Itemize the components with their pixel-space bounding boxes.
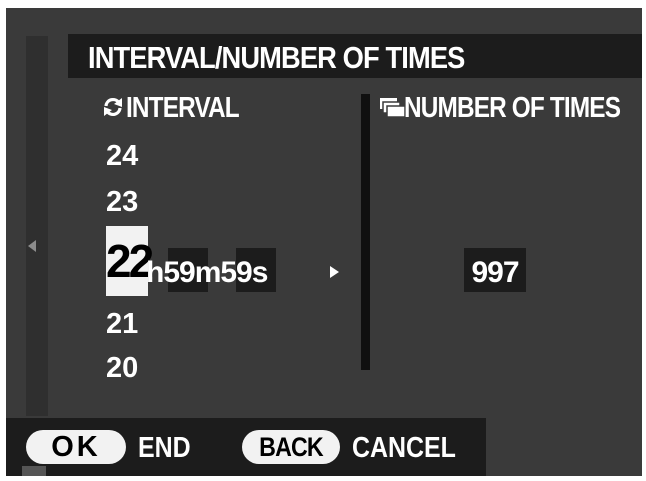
column-divider — [361, 94, 370, 370]
hour-option[interactable]: 24 — [106, 140, 138, 173]
interval-header: INTERVAL — [126, 92, 240, 124]
ok-button[interactable]: OK — [26, 430, 126, 464]
back-button[interactable]: BACK — [242, 430, 340, 464]
left-arrow-icon[interactable] — [28, 240, 36, 252]
cancel-label: CANCEL — [352, 432, 456, 464]
selected-hour[interactable]: 22 — [106, 226, 154, 296]
stacked-frames-icon — [380, 98, 406, 123]
footer-bar: OK END BACK CANCEL — [6, 418, 486, 476]
end-label: END — [138, 432, 191, 464]
title-bar: INTERVAL/NUMBER OF TIMES — [68, 34, 642, 78]
side-strip — [26, 36, 48, 416]
right-arrow-icon[interactable] — [330, 266, 339, 278]
hour-option[interactable]: 21 — [106, 308, 138, 341]
number-of-times-field[interactable]: 997 — [464, 248, 526, 292]
back-button-label: BACK — [259, 432, 324, 462]
hour-option[interactable]: 23 — [106, 186, 138, 219]
ok-button-label: OK — [51, 431, 101, 463]
interval-time-suffix: h59m59s — [146, 256, 268, 289]
page-title: INTERVAL/NUMBER OF TIMES — [88, 40, 465, 75]
cycle-arrows-icon — [102, 96, 124, 123]
selected-hour-value: 22 — [106, 235, 154, 287]
number-of-times-header: NUMBER OF TIMES — [404, 92, 621, 124]
bottom-strip — [22, 466, 46, 476]
camera-menu-screen: INTERVAL/NUMBER OF TIMES INTERVAL NUMBER… — [6, 8, 642, 476]
number-of-times-value: 997 — [471, 256, 519, 289]
hour-option[interactable]: 20 — [106, 352, 138, 385]
